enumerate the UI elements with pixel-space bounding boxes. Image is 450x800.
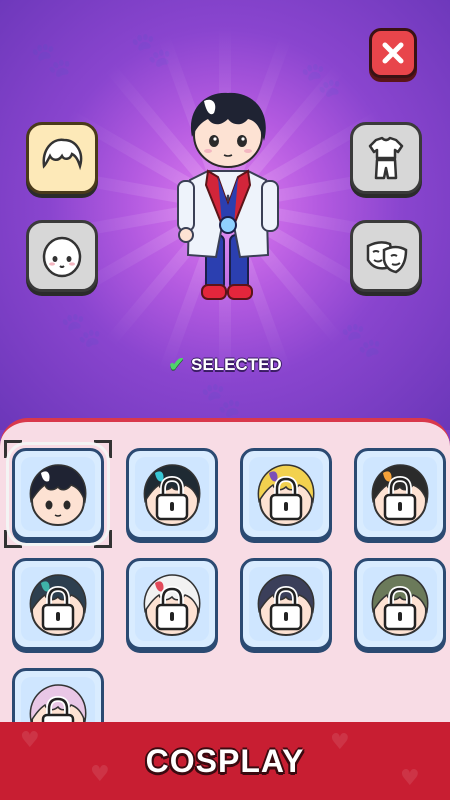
screen-title: COSPLAY <box>145 742 305 779</box>
skin-card[interactable] <box>354 448 446 540</box>
skin-card[interactable] <box>354 558 446 650</box>
character-face-icon <box>143 574 201 636</box>
character-preview <box>177 92 279 300</box>
paw-pattern: 🐾 <box>200 380 243 420</box>
character-face-icon <box>257 574 315 636</box>
mask-icon <box>366 241 408 274</box>
skin-card[interactable] <box>6 442 110 546</box>
heart-pattern: ♥ <box>90 762 110 787</box>
mask-button[interactable] <box>350 220 422 292</box>
close-icon <box>382 42 404 64</box>
heart-pattern: ♥ <box>400 766 420 791</box>
checkmark-icon: ✔ <box>168 354 186 376</box>
face-icon <box>42 236 82 278</box>
skin-card[interactable] <box>240 558 332 650</box>
character-face-icon <box>371 574 429 636</box>
skin-card[interactable] <box>12 558 104 650</box>
hair-icon <box>42 138 83 171</box>
skin-card[interactable] <box>126 448 218 540</box>
paw-pattern: 🐾 <box>60 310 103 350</box>
skin-card[interactable] <box>240 448 332 540</box>
outfit-icon <box>368 136 404 180</box>
face-button[interactable] <box>26 220 98 292</box>
outfit-button[interactable] <box>350 122 422 194</box>
character-face-icon <box>29 464 87 526</box>
heart-pattern: ♥ <box>330 730 350 755</box>
selected-label: SELECTED <box>191 354 282 374</box>
character-face-icon <box>371 464 429 526</box>
skin-card[interactable] <box>126 558 218 650</box>
paw-pattern: 🐾 <box>300 60 343 100</box>
title-banner: ♥ ♥ ♥ ♥ COSPLAY <box>0 722 450 800</box>
heart-pattern: ♥ <box>20 728 40 753</box>
character-face-icon <box>257 464 315 526</box>
character-face-icon <box>29 574 87 636</box>
paw-pattern: 🐾 <box>30 40 73 80</box>
character-face-icon <box>143 464 201 526</box>
paw-pattern: 🐾 <box>130 30 173 70</box>
hair-button[interactable] <box>26 122 98 194</box>
selected-status: ✔ SELECTED <box>0 352 450 377</box>
close-button[interactable] <box>369 28 417 78</box>
